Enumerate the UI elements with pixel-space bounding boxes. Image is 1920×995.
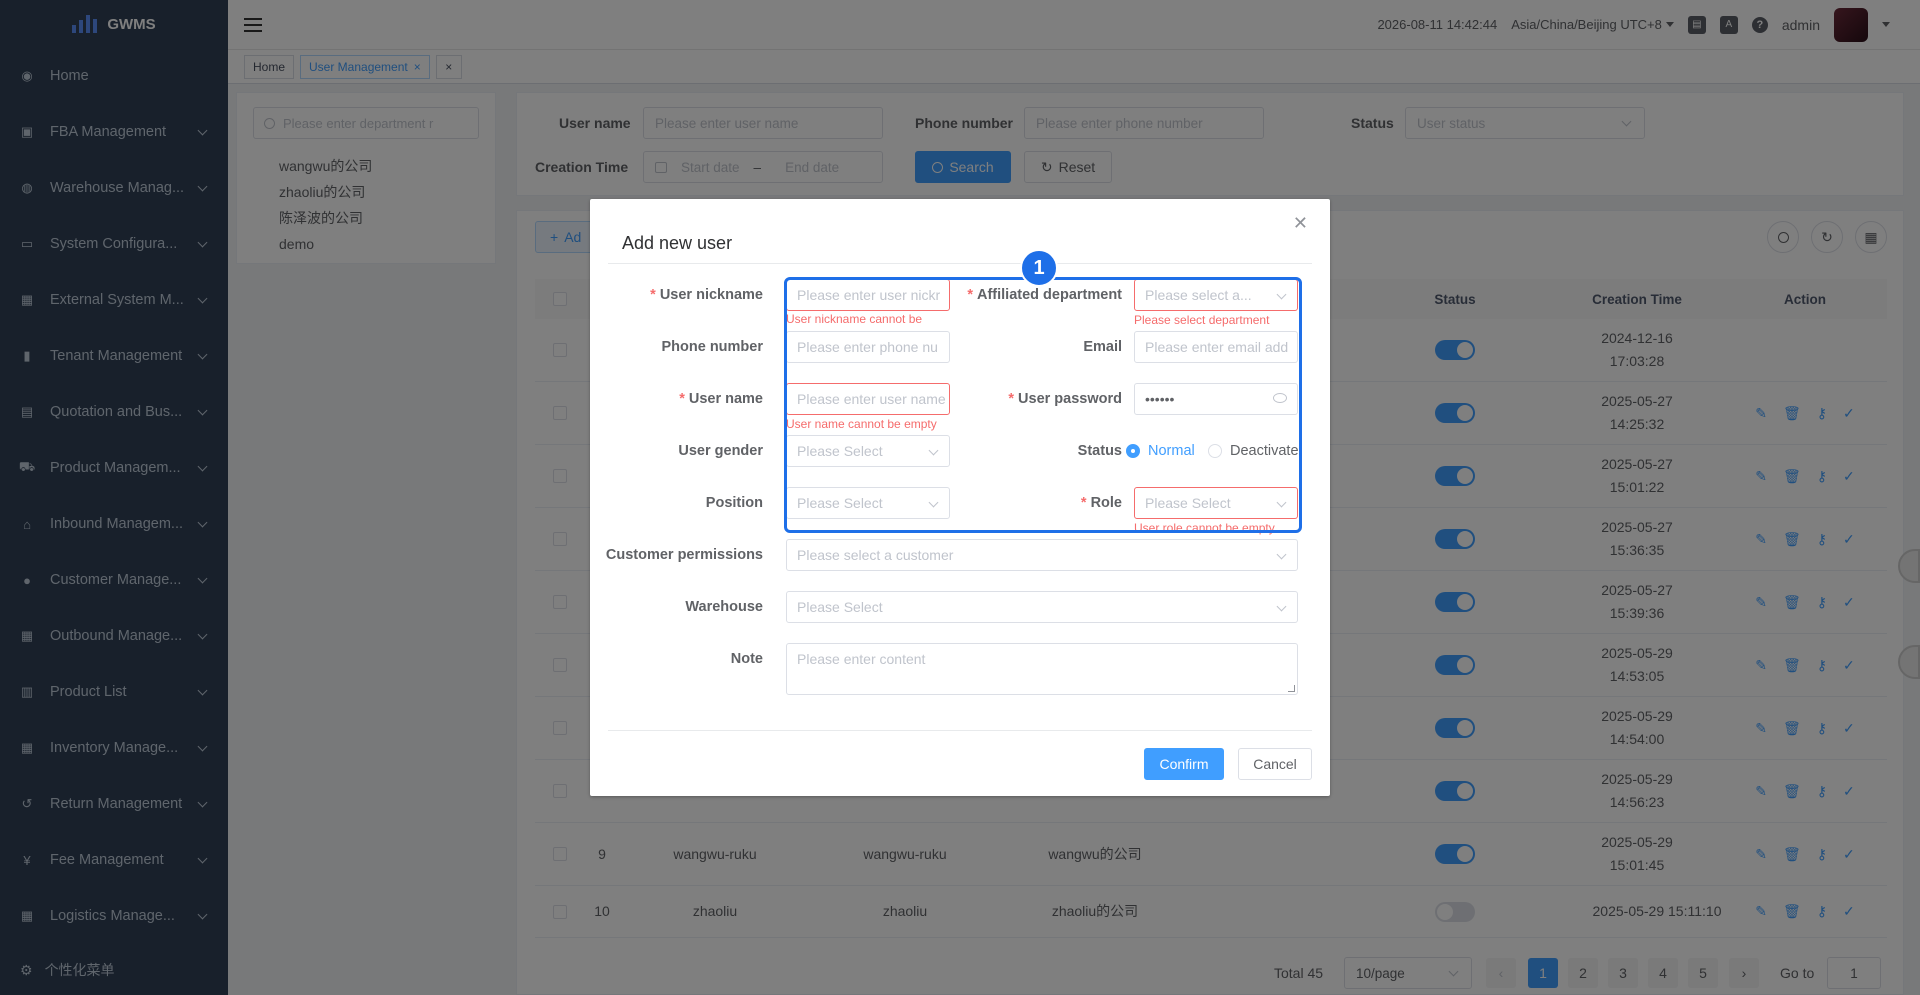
customer-permissions-label: Customer permissions [605,547,763,563]
close-icon[interactable]: ✕ [1293,213,1308,234]
placeholder-text: Please Select [797,599,883,615]
resize-handle-icon[interactable] [1288,685,1295,692]
customer-permissions-select[interactable]: Please select a customer [786,539,1298,571]
placeholder-text: Please select a customer [797,547,954,563]
button-label: Cancel [1253,756,1297,772]
button-label: Confirm [1159,756,1209,772]
note-textarea[interactable]: Please enter content [786,643,1298,695]
highlight-box [784,277,1302,533]
chevron-down-icon [1276,601,1287,612]
position-label: Position [705,495,763,511]
annotation-badge: 1 [1020,249,1058,287]
confirm-button[interactable]: Confirm [1144,748,1224,780]
gender-label: User gender [678,443,763,459]
username-label: * User name [679,391,763,407]
dialog-title: Add new user [622,233,733,253]
placeholder-text: Please enter content [797,651,926,667]
warehouse-select[interactable]: Please Select [786,591,1298,623]
nickname-label: * User nickname [650,287,763,303]
divider [608,730,1312,731]
add-user-dialog: Add new user ✕ * User nickname Please ent… [590,199,1330,796]
chevron-down-icon [1276,549,1287,560]
divider [608,263,1312,264]
warehouse-label: Warehouse [685,599,763,615]
note-label: Note [730,651,763,667]
cancel-button[interactable]: Cancel [1238,748,1312,780]
phone-label: Phone number [661,339,763,355]
